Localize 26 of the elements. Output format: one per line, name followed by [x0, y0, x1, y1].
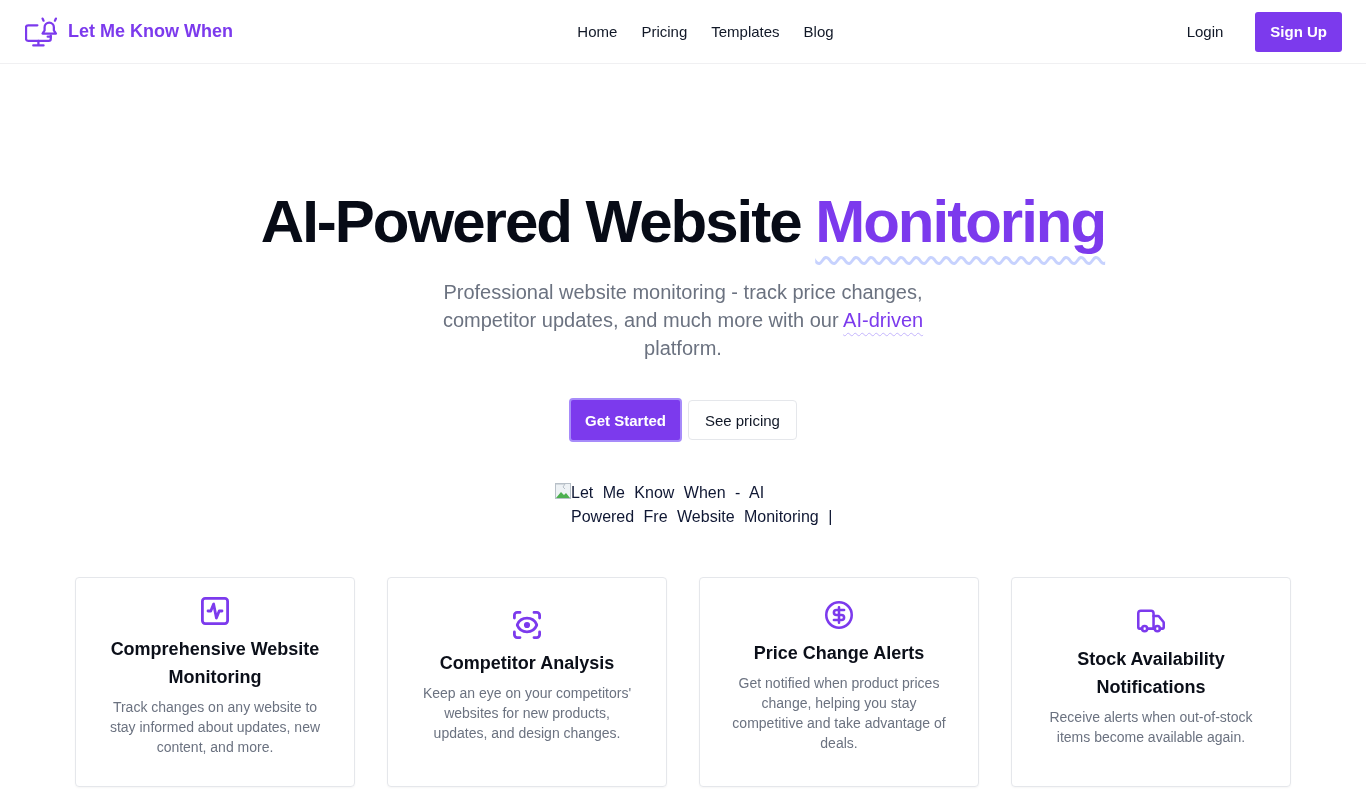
sign-up-button[interactable]: Sign Up: [1255, 11, 1342, 52]
eye-frame-icon: [513, 611, 541, 639]
nav-link[interactable]: Home: [577, 23, 618, 40]
truck-icon: [1137, 607, 1165, 635]
dollar-circle-icon: [825, 601, 853, 629]
feature-description: Keep an eye on your competitors' websites for new products, updates, and design changes.: [421, 684, 633, 743]
nav-link[interactable]: Templates: [711, 23, 780, 40]
monitor-bell-logo-icon: [25, 16, 58, 47]
image-alt-text: Let Me Know When - AI Powered Fre Website Monitoring |: [571, 483, 834, 527]
hero-subtitle: Professional website monitoring - track price changes, competitor updates, and much more with our AI-driven platform.: [441, 280, 925, 361]
feature-title: Stock Availability Notifications: [1076, 648, 1226, 699]
feature-title: Competitor Analysis: [439, 652, 615, 675]
see-pricing-button[interactable]: See pricing: [687, 400, 797, 440]
brand-name[interactable]: Let Me Know When: [68, 21, 233, 42]
broken-image-icon: [555, 483, 571, 499]
login-link[interactable]: Login: [1186, 23, 1224, 40]
nav-link[interactable]: Blog: [803, 23, 834, 40]
feature-title: Price Change Alerts: [753, 642, 925, 665]
feature-description: Receive alerts when out-of-stock items become available again.: [1048, 708, 1254, 747]
feature-description: Track changes on any website to stay informed about updates, new content, and more.: [108, 698, 322, 757]
feature-title: Comprehensive Website Monitoring: [109, 638, 321, 689]
hero-title: AI-Powered Website Monitoring: [260, 187, 1106, 257]
pulse-square-icon: [201, 597, 229, 625]
nav-link[interactable]: Pricing: [641, 23, 688, 40]
feature-description: Get notified when product prices change, helping you stay competitive and take advantage of deals.: [731, 674, 947, 753]
get-started-button[interactable]: Get Started: [569, 398, 682, 442]
